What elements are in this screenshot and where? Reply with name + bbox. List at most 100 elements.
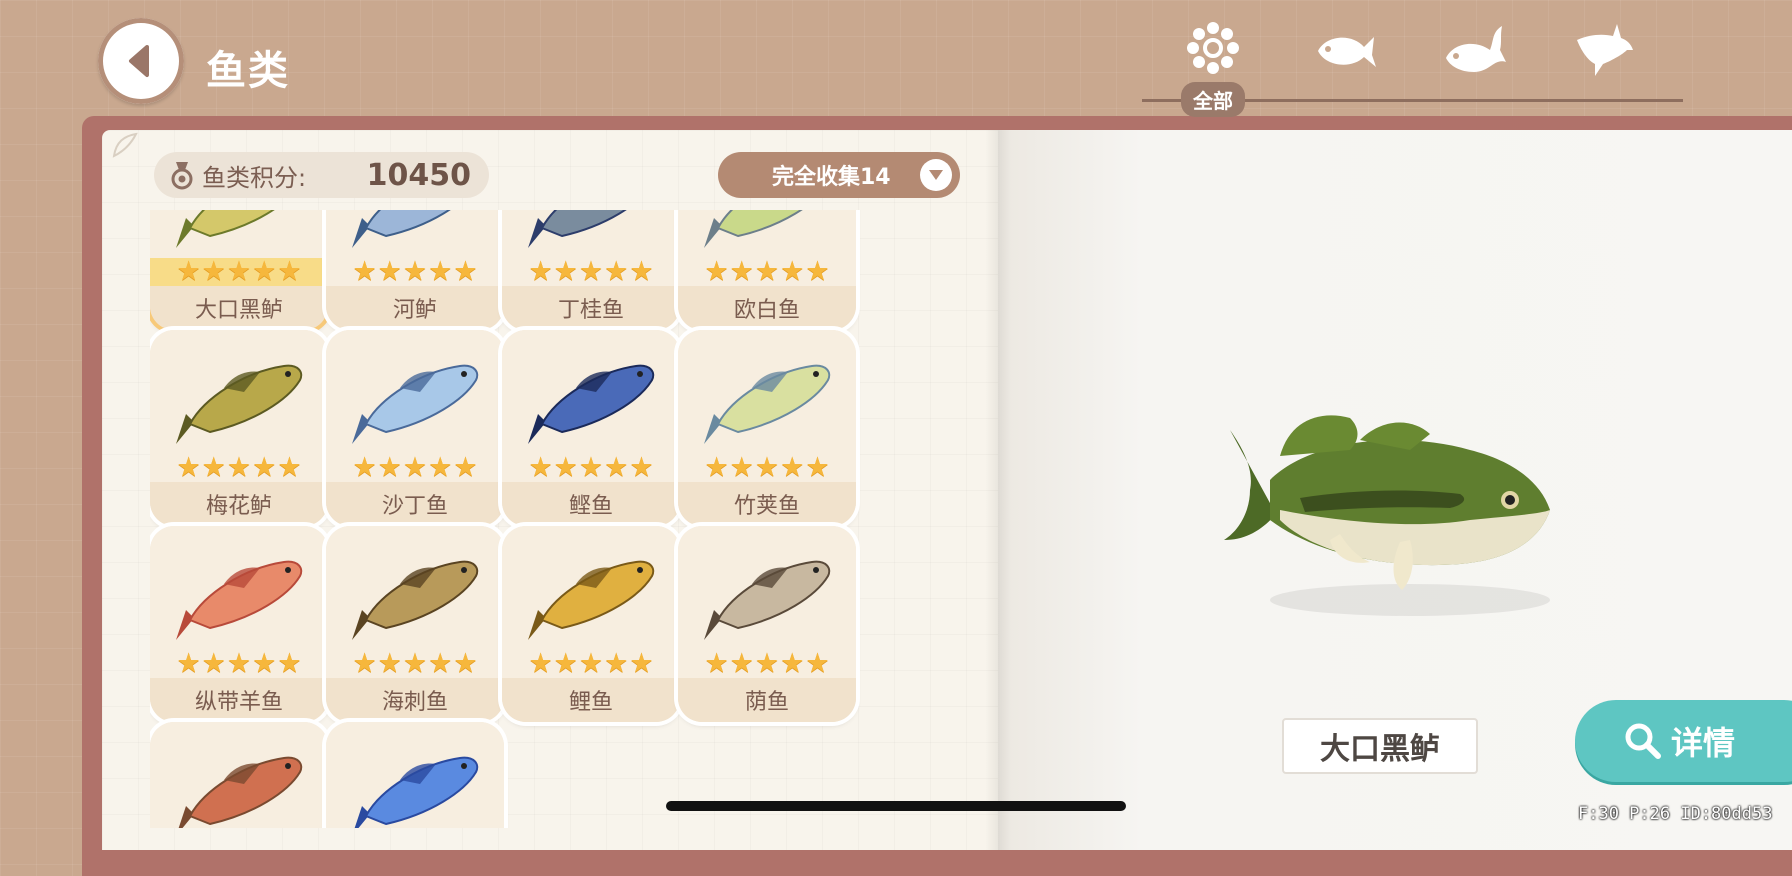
- back-button[interactable]: [98, 18, 184, 104]
- star-icon: ★: [226, 256, 252, 287]
- score-label: 鱼类积分:: [202, 163, 307, 192]
- star-icon: ★: [629, 648, 654, 679]
- fish-card[interactable]: ★ ★ ★ ★ ★ 竹荚鱼: [678, 330, 856, 526]
- medium-fish-icon: [1446, 26, 1506, 72]
- star-icon: ★: [578, 256, 604, 287]
- fish-card-name: 梅花鲈: [150, 482, 328, 526]
- fish-grid[interactable]: ★ ★ ★ ★ ★ 大口黑鲈 ★ ★ ★ ★ ★ 河鲈 ★ ★ ★ ★ ★ 丁桂鱼 ★ ★ ★ ★ ★ 欧白鱼 ★ ★ ★ ★…: [150, 210, 980, 828]
- star-icon: ★: [604, 256, 629, 287]
- star-icon: ★: [201, 452, 226, 483]
- star-icon: ★: [428, 256, 453, 287]
- fish-icon: [704, 560, 831, 640]
- fish-card[interactable]: ★ ★ ★ ★ ★ 欧白鱼: [678, 210, 856, 330]
- category-tabs: 全部: [1140, 20, 1685, 117]
- star-icon: ★: [528, 256, 553, 287]
- collection-filter-dropdown[interactable]: 完全收集14: [718, 152, 960, 198]
- star-icon: ★: [704, 648, 729, 679]
- star-icon: ★: [252, 256, 277, 287]
- star-icon: ★: [604, 648, 629, 679]
- corner-leaf-icon: [112, 132, 138, 158]
- fish-card[interactable]: ★ ★ ★ ★ ★ 鲣鱼: [502, 330, 680, 526]
- star-icon: ★: [553, 256, 578, 287]
- star-icon: ★: [754, 648, 780, 679]
- tab-all[interactable]: 全部: [1158, 20, 1268, 117]
- fish-card[interactable]: [326, 722, 504, 828]
- score-value: 10450: [366, 157, 471, 193]
- fish-card-name: 海刺鱼: [326, 678, 504, 722]
- tab-shark[interactable]: [1550, 20, 1660, 115]
- star-icon: ★: [453, 256, 478, 287]
- star-icon: ★: [704, 452, 729, 483]
- star-icon: ★: [402, 648, 428, 679]
- fish-card-name: 丁桂鱼: [502, 286, 680, 330]
- star-icon: ★: [453, 452, 478, 483]
- star-icon: ★: [604, 452, 629, 483]
- fish-card[interactable]: ★ ★ ★ ★ ★ 沙丁鱼: [326, 330, 504, 526]
- fish-card-name: 荫鱼: [678, 678, 856, 722]
- star-icon: ★: [277, 452, 302, 483]
- star-icon: ★: [201, 648, 226, 679]
- star-icon: ★: [176, 452, 201, 483]
- fish-icon: [352, 364, 479, 444]
- tab-medium-fish[interactable]: [1420, 20, 1530, 115]
- fish-card-name: 纵带羊鱼: [150, 678, 328, 722]
- star-icon: ★: [352, 648, 377, 679]
- fish-card[interactable]: ★ ★ ★ ★ ★ 纵带羊鱼: [150, 526, 328, 722]
- star-icon: ★: [252, 648, 277, 679]
- star-rating: ★ ★ ★ ★ ★: [678, 454, 856, 482]
- fish-card[interactable]: ★ ★ ★ ★ ★ 梅花鲈: [150, 330, 328, 526]
- fish-icon: [528, 364, 655, 444]
- fish-card-name: 鲣鱼: [502, 482, 680, 526]
- star-icon: ★: [252, 452, 277, 483]
- star-icon: ★: [377, 256, 402, 287]
- star-icon: ★: [553, 648, 578, 679]
- details-label: 详情: [1671, 724, 1736, 762]
- star-rating: ★ ★ ★ ★ ★: [326, 258, 504, 286]
- star-icon: ★: [754, 452, 780, 483]
- fish-card[interactable]: ★ ★ ★ ★ ★ 鲤鱼: [502, 526, 680, 722]
- star-rating: ★ ★ ★ ★ ★: [678, 258, 856, 286]
- star-icon: ★: [553, 452, 578, 483]
- fish-card-name: 河鲈: [326, 286, 504, 330]
- star-icon: ★: [578, 452, 604, 483]
- chevron-down-icon: [920, 159, 952, 191]
- details-button[interactable]: 详情: [1575, 700, 1792, 782]
- page-title: 鱼类: [206, 48, 290, 94]
- star-icon: ★: [277, 648, 302, 679]
- star-icon: ★: [729, 648, 754, 679]
- home-indicator[interactable]: [666, 801, 1126, 811]
- fish-icon: [352, 210, 451, 248]
- fish-card[interactable]: ★ ★ ★ ★ ★ 荫鱼: [678, 526, 856, 722]
- star-icon: ★: [226, 648, 252, 679]
- debug-overlay: F:30 P:26 ID:80dd53: [1578, 804, 1773, 824]
- fish-score: 鱼类积分: 10450: [154, 152, 489, 198]
- fish-card-name: 大口黑鲈: [150, 286, 328, 330]
- star-icon: ★: [402, 256, 428, 287]
- all-dots-icon: [1187, 22, 1239, 74]
- medal-icon: [171, 162, 193, 190]
- star-icon: ★: [528, 648, 553, 679]
- tab-small-fish[interactable]: [1290, 20, 1400, 115]
- fish-icon: [176, 210, 275, 248]
- star-icon: ★: [805, 256, 830, 287]
- star-icon: ★: [377, 452, 402, 483]
- star-icon: ★: [428, 452, 453, 483]
- search-icon: [1625, 723, 1661, 759]
- star-icon: ★: [629, 256, 654, 287]
- filter-label: 完全收集14: [772, 165, 891, 190]
- fish-card[interactable]: [150, 722, 328, 828]
- fish-card[interactable]: ★ ★ ★ ★ ★ 丁桂鱼: [502, 210, 680, 330]
- star-icon: ★: [201, 256, 226, 287]
- star-icon: ★: [352, 452, 377, 483]
- fish-icon: [528, 560, 655, 640]
- star-rating: ★ ★ ★ ★ ★: [150, 258, 328, 286]
- star-rating: ★ ★ ★ ★ ★: [150, 650, 328, 678]
- fish-card[interactable]: ★ ★ ★ ★ ★ 河鲈: [326, 210, 504, 330]
- fish-card[interactable]: ★ ★ ★ ★ ★ 海刺鱼: [326, 526, 504, 722]
- star-rating: ★ ★ ★ ★ ★: [678, 650, 856, 678]
- fish-icon: [176, 560, 303, 640]
- star-icon: ★: [176, 256, 201, 287]
- fish-card[interactable]: ★ ★ ★ ★ ★ 大口黑鲈: [150, 210, 328, 330]
- largemouth-bass-model[interactable]: [1210, 390, 1580, 630]
- star-icon: ★: [805, 452, 830, 483]
